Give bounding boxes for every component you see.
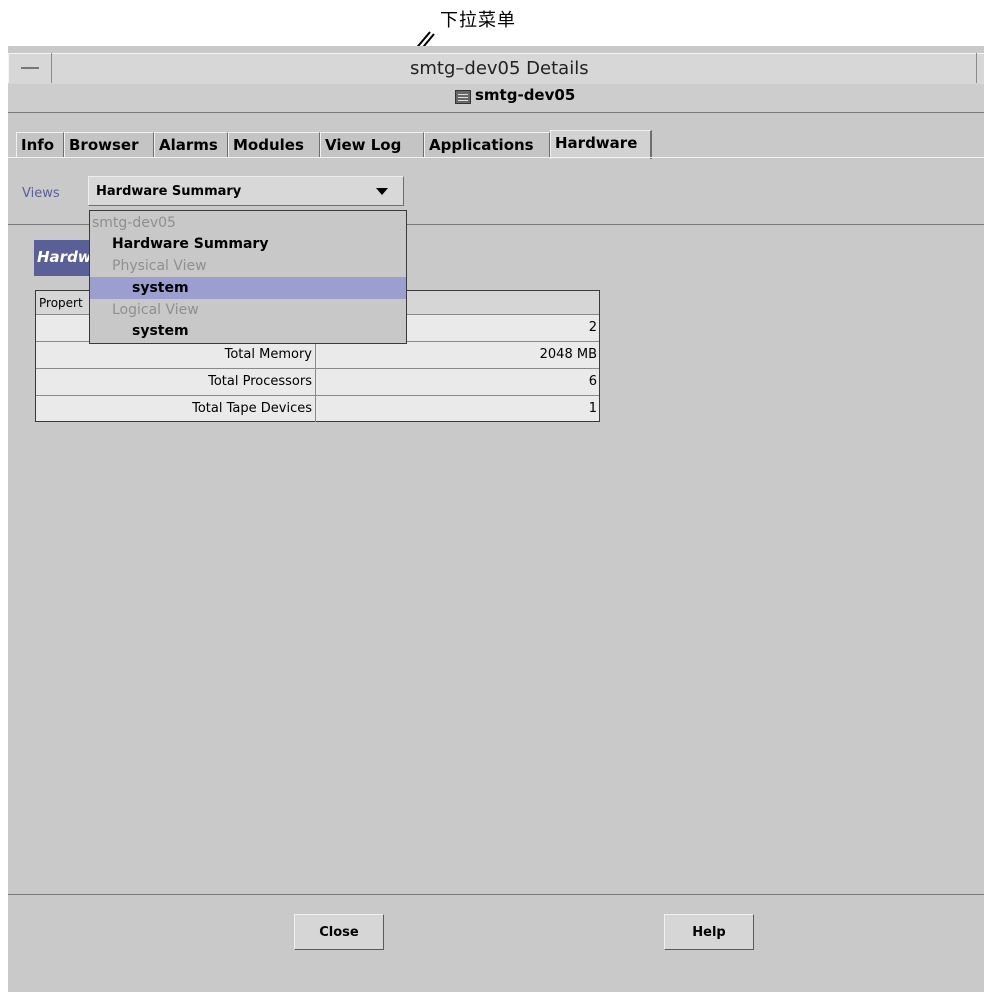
tab-applications[interactable]: Applications (424, 132, 550, 157)
menu-item-logical-system[interactable]: system (90, 320, 406, 342)
help-button[interactable]: Help (664, 914, 754, 950)
host-icon (455, 90, 471, 104)
chevron-down-icon[interactable] (376, 188, 388, 195)
table-cell-property: Total Memory (36, 342, 316, 368)
window-frame-right (976, 53, 984, 83)
panel-header-text: Hardw (37, 248, 92, 266)
footer-divider (8, 894, 984, 895)
table-cell-value: 6 (588, 374, 597, 389)
minimize-icon (21, 67, 39, 69)
table-row: Total Processors 6 (36, 369, 599, 396)
menu-item-logical-view: Logical View (112, 302, 199, 318)
table-row: Total Memory 2048 MB (36, 342, 599, 369)
tab-modules[interactable]: Modules (228, 132, 320, 157)
callout-label: 下拉菜单 (440, 10, 516, 31)
menu-item-physical-view: Physical View (112, 258, 207, 274)
menu-item-hardware-summary[interactable]: Hardware Summary (90, 233, 406, 255)
tab-browser[interactable]: Browser (64, 132, 154, 157)
views-label: Views (22, 186, 60, 201)
window-menu-button[interactable] (8, 53, 52, 83)
table-row: Total Tape Devices 1 (36, 396, 599, 422)
table-cell-property: Total Tape Devices (36, 396, 316, 422)
tab-view-log[interactable]: View Log (320, 132, 424, 157)
close-button[interactable]: Close (294, 914, 384, 950)
menu-item-host: smtg-dev05 (92, 215, 176, 231)
table-cell-value: 1 (588, 401, 597, 416)
views-dropdown-value: Hardware Summary (96, 184, 242, 199)
table-cell-value: 2048 MB (539, 347, 597, 362)
window-title: smtg–dev05 Details (410, 58, 589, 79)
menu-item-physical-system[interactable]: system (90, 277, 406, 299)
tab-alarms[interactable]: Alarms (154, 132, 228, 157)
host-name: smtg-dev05 (475, 86, 576, 104)
tab-info[interactable]: Info (16, 132, 64, 157)
tab-divider (8, 157, 984, 158)
table-cell-property: Total Processors (36, 369, 316, 395)
tab-hardware[interactable]: Hardware (550, 130, 652, 159)
